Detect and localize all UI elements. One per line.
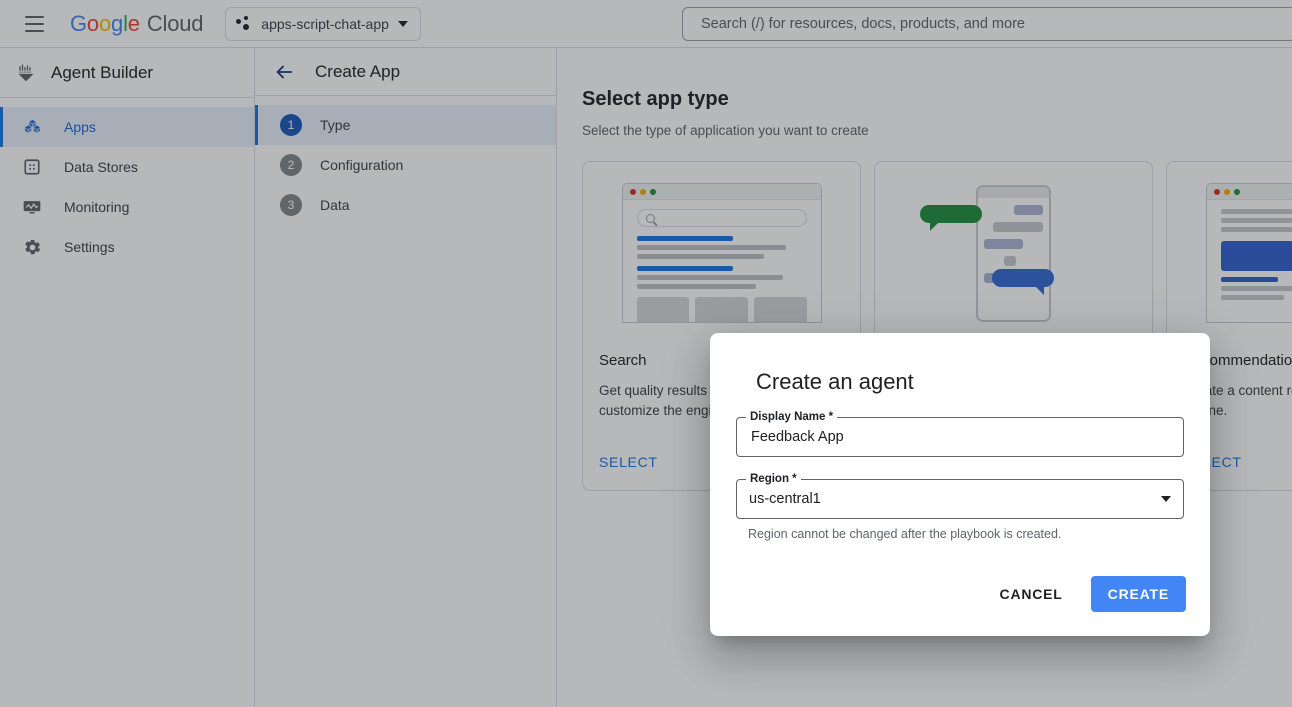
display-name-field[interactable]: Display Name * — [736, 417, 1184, 457]
app-root: GoogleCloud apps-script-chat-app — [0, 0, 1292, 707]
dialog-title: Create an agent — [756, 369, 1186, 395]
region-select[interactable]: Region * us-central1 — [736, 479, 1184, 519]
region-label: Region * — [746, 473, 801, 485]
region-hint: Region cannot be changed after the playb… — [748, 527, 1184, 541]
region-value: us-central1 — [749, 491, 821, 507]
create-agent-dialog: Create an agent Display Name * Region * … — [710, 333, 1210, 636]
display-name-input[interactable] — [749, 428, 1171, 446]
create-button[interactable]: CREATE — [1091, 576, 1186, 612]
cancel-button[interactable]: CANCEL — [986, 576, 1077, 612]
dialog-form: Display Name * Region * us-central1 Regi… — [734, 417, 1186, 541]
dialog-actions: CANCEL CREATE — [734, 576, 1186, 612]
chevron-down-icon[interactable] — [1161, 496, 1171, 502]
display-name-label: Display Name * — [746, 411, 837, 423]
